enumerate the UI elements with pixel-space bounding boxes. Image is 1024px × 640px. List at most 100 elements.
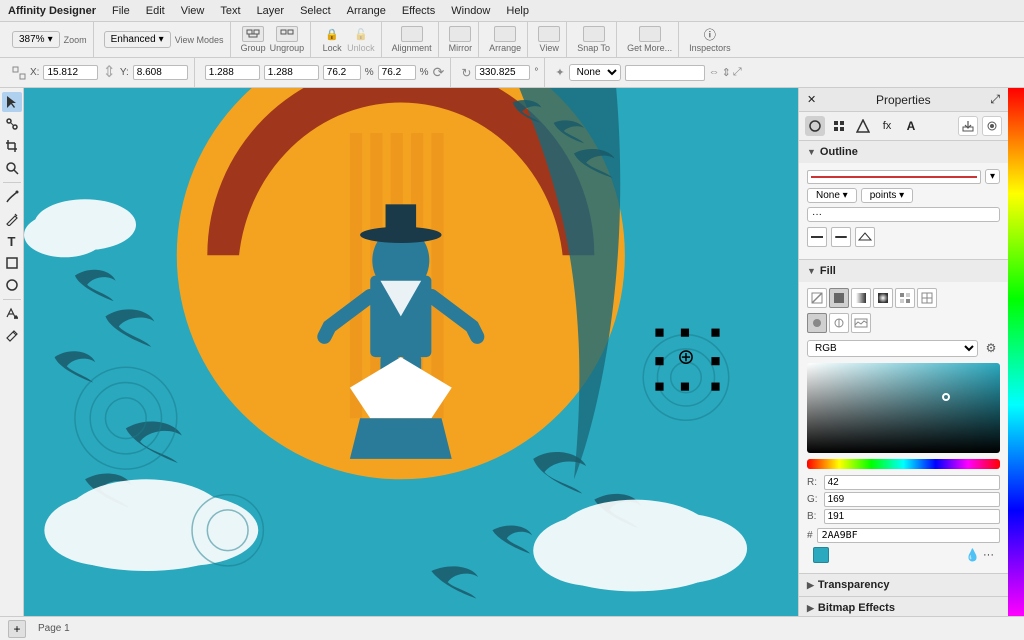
select-tool[interactable] bbox=[2, 92, 22, 112]
inspectors-group: ⓘ Inspectors bbox=[683, 22, 737, 57]
help-menu[interactable]: Help bbox=[506, 5, 529, 17]
outline-style-3[interactable] bbox=[855, 227, 875, 247]
node-tool[interactable] bbox=[2, 114, 22, 134]
outline-style-2[interactable] bbox=[831, 227, 851, 247]
fill-linear-icon[interactable] bbox=[851, 288, 871, 308]
g-input[interactable] bbox=[824, 492, 1000, 507]
tab-transform[interactable] bbox=[853, 116, 873, 136]
view-icon[interactable] bbox=[538, 26, 560, 42]
fill-solid-icon[interactable] bbox=[829, 288, 849, 308]
color-settings-btn[interactable]: ⚙ bbox=[982, 339, 1000, 357]
effects-menu[interactable]: Effects bbox=[402, 5, 435, 17]
ellipse-tool[interactable] bbox=[2, 275, 22, 295]
y-input[interactable] bbox=[133, 65, 188, 80]
tab-appearance[interactable] bbox=[805, 116, 825, 136]
expand-icon[interactable]: ⤢ bbox=[733, 66, 742, 79]
outline-color-dropdown[interactable]: ▾ bbox=[985, 169, 1000, 184]
fill-tool[interactable] bbox=[2, 304, 22, 324]
swatch-more-btn[interactable]: ··· bbox=[983, 549, 994, 561]
outline-none-btn[interactable]: None ▾ bbox=[807, 188, 857, 203]
unlock-label: Unlock bbox=[347, 43, 375, 53]
height-input[interactable] bbox=[264, 65, 319, 80]
tab-typography[interactable]: A bbox=[901, 116, 921, 136]
inspectors-icon[interactable]: ⓘ bbox=[699, 26, 721, 42]
app-menu-item[interactable]: Affinity Designer bbox=[8, 5, 96, 17]
hex-input[interactable] bbox=[817, 528, 1000, 543]
transparency-section: ▶ Transparency bbox=[799, 574, 1008, 597]
mirror-icon[interactable] bbox=[449, 26, 471, 42]
arrange-menu[interactable]: Arrange bbox=[347, 5, 386, 17]
layer-menu[interactable]: Layer bbox=[257, 5, 285, 17]
canvas-area[interactable] bbox=[24, 88, 798, 616]
zoom-tool[interactable] bbox=[2, 158, 22, 178]
select-menu[interactable]: Select bbox=[300, 5, 331, 17]
close-panel-btn[interactable]: ✕ bbox=[807, 93, 816, 106]
outline-style-1[interactable] bbox=[807, 227, 827, 247]
outline-color-preview[interactable] bbox=[807, 170, 981, 184]
fill-none-icon[interactable] bbox=[807, 288, 827, 308]
mirror-label: Mirror bbox=[449, 43, 473, 53]
eyedropper-tool[interactable] bbox=[2, 326, 22, 346]
window-menu[interactable]: Window bbox=[451, 5, 490, 17]
tab-character[interactable] bbox=[829, 116, 849, 136]
canvas-illustration bbox=[24, 88, 798, 616]
pen-tool[interactable] bbox=[2, 187, 22, 207]
text-tool[interactable]: T bbox=[2, 231, 22, 251]
height-pct-input[interactable] bbox=[378, 65, 416, 80]
pencil-tool[interactable] bbox=[2, 209, 22, 229]
outline-unit-btn[interactable]: points ▾ bbox=[861, 188, 913, 203]
status-bar: + Page 1 bbox=[0, 616, 1024, 640]
transparency-header[interactable]: ▶ Transparency bbox=[799, 574, 1008, 596]
fill-multi-icon[interactable] bbox=[917, 288, 937, 308]
snap-to-icon[interactable] bbox=[583, 26, 605, 42]
ungroup-icon bbox=[276, 26, 298, 42]
b-input[interactable] bbox=[824, 509, 1000, 524]
fill-header[interactable]: ▼ Fill bbox=[799, 260, 1008, 282]
eyedropper-icon[interactable]: 💧 bbox=[965, 548, 980, 562]
tab-fx[interactable]: fx bbox=[877, 116, 897, 136]
transform-select[interactable]: None bbox=[569, 64, 621, 81]
fill-radial-icon[interactable] bbox=[873, 288, 893, 308]
y-label: Y: bbox=[120, 67, 129, 78]
transform-icon: ✦ bbox=[555, 66, 564, 79]
r-input[interactable] bbox=[824, 475, 1000, 490]
outline-more-btn[interactable]: ··· bbox=[807, 207, 1000, 222]
hue-slider[interactable] bbox=[807, 459, 1000, 469]
crop-tool[interactable] bbox=[2, 136, 22, 156]
export-action[interactable] bbox=[958, 116, 978, 136]
add-page-btn[interactable]: + bbox=[8, 620, 26, 638]
bitmap-header[interactable]: ▶ Bitmap Effects bbox=[799, 597, 1008, 616]
text-menu[interactable]: Text bbox=[220, 5, 240, 17]
x-input[interactable] bbox=[43, 65, 98, 80]
file-menu[interactable]: File bbox=[112, 5, 130, 17]
fill-noise-icon[interactable] bbox=[829, 313, 849, 333]
fill-img-icon[interactable] bbox=[851, 313, 871, 333]
color-strip[interactable] bbox=[1008, 88, 1024, 616]
flip-h-icon[interactable]: ⇔ bbox=[709, 66, 720, 79]
swatch-teal[interactable] bbox=[813, 547, 829, 563]
styles-action[interactable] bbox=[982, 116, 1002, 136]
fill-flat-icon[interactable] bbox=[807, 313, 827, 333]
shape-tool[interactable] bbox=[2, 253, 22, 273]
get-more-icon[interactable] bbox=[639, 26, 661, 42]
color-mode-select[interactable]: RGB CMYK HSL bbox=[807, 340, 978, 357]
color-picker-area[interactable] bbox=[807, 363, 1000, 453]
tool-divider-2 bbox=[3, 299, 21, 300]
flip-v-icon[interactable]: ⇕ bbox=[722, 66, 731, 79]
arrange-icon[interactable] bbox=[494, 26, 516, 42]
width-input[interactable] bbox=[205, 65, 260, 80]
view-menu[interactable]: View bbox=[181, 5, 205, 17]
menu-bar: Affinity Designer File Edit View Text La… bbox=[0, 0, 1024, 22]
rotation-input[interactable] bbox=[475, 65, 530, 80]
view-mode-btn[interactable]: Enhanced ▾ bbox=[104, 31, 171, 48]
panel-expand-icon[interactable]: ⤢ bbox=[990, 92, 1000, 107]
edit-menu[interactable]: Edit bbox=[146, 5, 165, 17]
outline-body: ▾ None ▾ points ▾ ··· bbox=[799, 163, 1008, 259]
fill-bitmap-icon[interactable] bbox=[895, 288, 915, 308]
inspectors-label: Inspectors bbox=[689, 43, 731, 53]
width-pct-input[interactable] bbox=[323, 65, 361, 80]
outline-header[interactable]: ▼ Outline bbox=[799, 141, 1008, 163]
link-proportions-icon[interactable]: ⟳ bbox=[433, 64, 445, 81]
alignment-icon[interactable] bbox=[401, 26, 423, 42]
zoom-selector[interactable]: 387% ▾ bbox=[12, 31, 60, 48]
